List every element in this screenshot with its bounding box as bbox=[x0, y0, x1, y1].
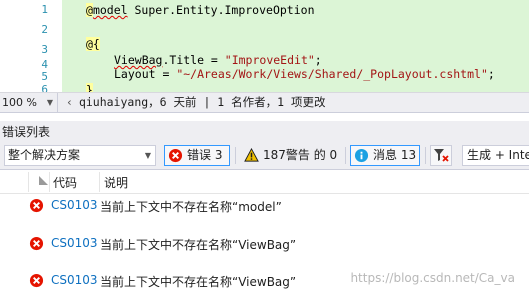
error-icon bbox=[168, 148, 183, 163]
scope-value: 整个解决方案 bbox=[8, 148, 81, 162]
model-type: Super.Entity.ImproveOption bbox=[127, 3, 315, 17]
messages-filter-button[interactable]: 消息 13 bbox=[350, 145, 420, 166]
codelens-indicator[interactable]: ‹ qiuhaiyang，6 天前 | 1 名作者，1 项更改 bbox=[66, 93, 325, 112]
warnings-count-label: 187警告 的 0 bbox=[263, 148, 338, 162]
toolbar-divider bbox=[425, 147, 426, 164]
toolbar-divider bbox=[235, 147, 236, 164]
chevron-down-icon: ▼ bbox=[144, 151, 151, 160]
scope-dropdown[interactable]: 整个解决方案 ▼ bbox=[4, 145, 156, 166]
build-source-value: 生成 + Intel bbox=[467, 148, 529, 162]
chevron-left-icon: ‹ bbox=[66, 95, 73, 109]
error-code-link[interactable]: CS0103 bbox=[51, 198, 98, 212]
error-list-toolbar: 整个解决方案 ▼ 错误 3 187警告 的 0 消息 13 生成 + Intel bbox=[0, 141, 529, 170]
code-line-3[interactable]: @{ bbox=[86, 34, 100, 54]
filter-toggle-button[interactable] bbox=[430, 145, 452, 166]
column-divider bbox=[28, 172, 29, 192]
watermark: https://blog.csdn.net/Ca_va bbox=[350, 271, 515, 285]
warnings-filter-button[interactable]: 187警告 的 0 bbox=[240, 145, 340, 166]
code-line-5[interactable]: Layout = "~/Areas/Work/Views/Shared/_Pop… bbox=[114, 64, 495, 84]
errors-filter-button[interactable]: 错误 3 bbox=[164, 145, 230, 166]
zoom-dropdown[interactable]: 100 % ▼ bbox=[0, 93, 58, 112]
error-row[interactable]: CS0103 当前上下文中不存在名称“ViewBag” bbox=[0, 234, 529, 254]
model-keyword: model bbox=[92, 3, 128, 17]
line-number: 2 bbox=[41, 23, 48, 36]
description-column-header[interactable]: 说明 bbox=[104, 174, 128, 191]
code-text-area[interactable]: @model Super.Entity.ImproveOption @{ Vie… bbox=[62, 0, 529, 97]
error-description: 当前上下文中不存在名称“model” bbox=[100, 200, 282, 214]
editor-status-bar: 100 % ▼ ‹ qiuhaiyang，6 天前 | 1 名作者，1 项更改 bbox=[0, 92, 529, 113]
column-divider bbox=[49, 172, 50, 192]
layout-assign: Layout = bbox=[114, 67, 177, 81]
semicolon: ; bbox=[487, 67, 495, 81]
error-description: 当前上下文中不存在名称“ViewBag” bbox=[100, 238, 297, 252]
error-code-link[interactable]: CS0103 bbox=[51, 273, 98, 287]
code-column-header[interactable]: 代码 bbox=[53, 174, 77, 191]
chevron-down-icon: ▼ bbox=[46, 98, 53, 107]
column-divider bbox=[99, 172, 100, 192]
codelens-text: qiuhaiyang，6 天前 | 1 名作者，1 项更改 bbox=[78, 95, 326, 109]
error-list-header: 错误列表 bbox=[0, 121, 529, 141]
error-icon bbox=[29, 273, 44, 288]
error-icon bbox=[29, 198, 44, 213]
info-icon bbox=[354, 148, 369, 163]
error-row[interactable]: CS0103 当前上下文中不存在名称“model” bbox=[0, 196, 529, 216]
razor-block-open: @{ bbox=[86, 37, 100, 51]
razor-at-token: @ bbox=[86, 3, 93, 17]
build-source-dropdown[interactable]: 生成 + Intel bbox=[462, 145, 529, 166]
layout-string: "~/Areas/Work/Views/Shared/_PopLayout.cs… bbox=[176, 67, 488, 81]
code-line-1[interactable]: @model Super.Entity.ImproveOption bbox=[86, 0, 315, 20]
filter-icon bbox=[434, 149, 449, 162]
line-number: 1 bbox=[41, 3, 48, 16]
error-code-link[interactable]: CS0103 bbox=[51, 236, 98, 250]
error-icon bbox=[29, 236, 44, 251]
panel-title: 错误列表 bbox=[2, 125, 51, 139]
warning-icon bbox=[244, 148, 259, 162]
line-number-gutter: 1 2 3 4 5 6 bbox=[0, 0, 56, 96]
toolbar-divider bbox=[345, 147, 346, 164]
error-description: 当前上下文中不存在名称“ViewBag” bbox=[100, 275, 297, 289]
messages-count-label: 消息 13 bbox=[373, 148, 417, 162]
errors-count-label: 错误 3 bbox=[187, 148, 223, 162]
error-list-column-header: 代码 说明 bbox=[0, 170, 529, 194]
code-editor[interactable]: 1 2 3 4 5 6 @model Super.Entity.ImproveO… bbox=[0, 0, 529, 97]
zoom-level: 100 % bbox=[2, 96, 37, 109]
